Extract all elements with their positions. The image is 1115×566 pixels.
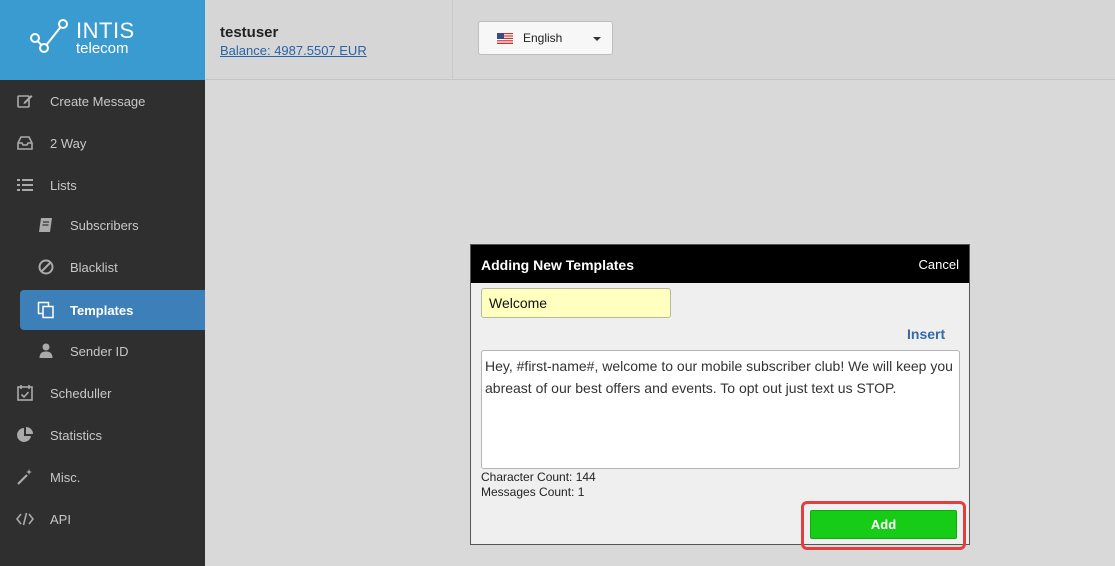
nav-create-message[interactable]: Create Message [0, 81, 205, 121]
template-name-input[interactable] [481, 288, 671, 318]
cancel-button[interactable]: Cancel [919, 257, 959, 272]
user-info: testuser Balance: 4987.5507 EUR [205, 0, 453, 80]
nav-label: Blacklist [70, 260, 118, 275]
nav-label: Create Message [50, 94, 146, 109]
top-bar: testuser Balance: 4987.5507 EUR English [205, 0, 1115, 80]
nav-label: Statistics [50, 428, 103, 443]
ban-icon [38, 259, 54, 275]
username: testuser [220, 24, 279, 41]
magic-wand-icon [17, 469, 32, 485]
us-flag-icon [497, 33, 513, 44]
message-counts: Character Count: 144 Messages Count: 1 [481, 470, 596, 500]
inbox-icon [17, 136, 33, 150]
template-message-textarea[interactable]: Hey, #first-name#, welcome to our mobile… [481, 350, 960, 469]
nav-label: Misc. [50, 470, 81, 485]
messages-count: Messages Count: 1 [481, 485, 585, 499]
logo-sub: telecom [76, 40, 129, 57]
logo-name: INTIS [76, 18, 135, 43]
nav-sender-id[interactable]: Sender ID [0, 331, 205, 371]
nav-label: Subscribers [70, 218, 139, 233]
pie-chart-icon [17, 427, 33, 442]
language-label: English [523, 31, 563, 45]
nav-api[interactable]: API [0, 499, 205, 539]
nav-label: Templates [70, 303, 134, 318]
balance-link[interactable]: Balance: 4987.5507 EUR [220, 43, 367, 58]
nav-lists[interactable]: Lists [0, 165, 205, 205]
logo[interactable]: INTIS telecom [0, 0, 205, 80]
nav-subscribers[interactable]: Subscribers [0, 205, 205, 245]
edit-icon [17, 95, 33, 108]
user-icon [39, 343, 53, 358]
dialog-title: Adding New Templates [481, 257, 634, 273]
nav-label: 2 Way [50, 136, 87, 151]
nav-2-way[interactable]: 2 Way [0, 123, 205, 163]
nav-label: API [50, 512, 71, 527]
add-button-highlight: Add [801, 501, 966, 550]
nav-label: Sender ID [70, 344, 129, 359]
insert-link[interactable]: Insert [907, 326, 945, 342]
nav-scheduller[interactable]: Scheduller [0, 373, 205, 413]
caret-down-icon [593, 37, 601, 41]
nav-statistics[interactable]: Statistics [0, 415, 205, 455]
copy-icon [37, 301, 54, 319]
code-icon [16, 512, 34, 526]
nav-label: Scheduller [50, 386, 112, 401]
calendar-check-icon [17, 385, 33, 401]
add-template-dialog: Adding New Templates Cancel Insert Hey, … [470, 244, 970, 550]
nav-templates[interactable]: Templates [20, 290, 205, 330]
character-count: Character Count: 144 [481, 470, 596, 484]
language-select[interactable]: English [478, 21, 613, 55]
book-icon [39, 218, 52, 232]
dialog-header: Adding New Templates Cancel [471, 245, 969, 283]
add-button[interactable]: Add [810, 510, 957, 539]
sidebar: Create Message 2 Way Lists Subscribers B… [0, 80, 205, 566]
list-icon [17, 179, 33, 191]
intis-logo-icon [30, 19, 68, 53]
nav-blacklist[interactable]: Blacklist [0, 247, 205, 287]
nav-misc[interactable]: Misc. [0, 457, 205, 497]
nav-label: Lists [50, 178, 77, 193]
